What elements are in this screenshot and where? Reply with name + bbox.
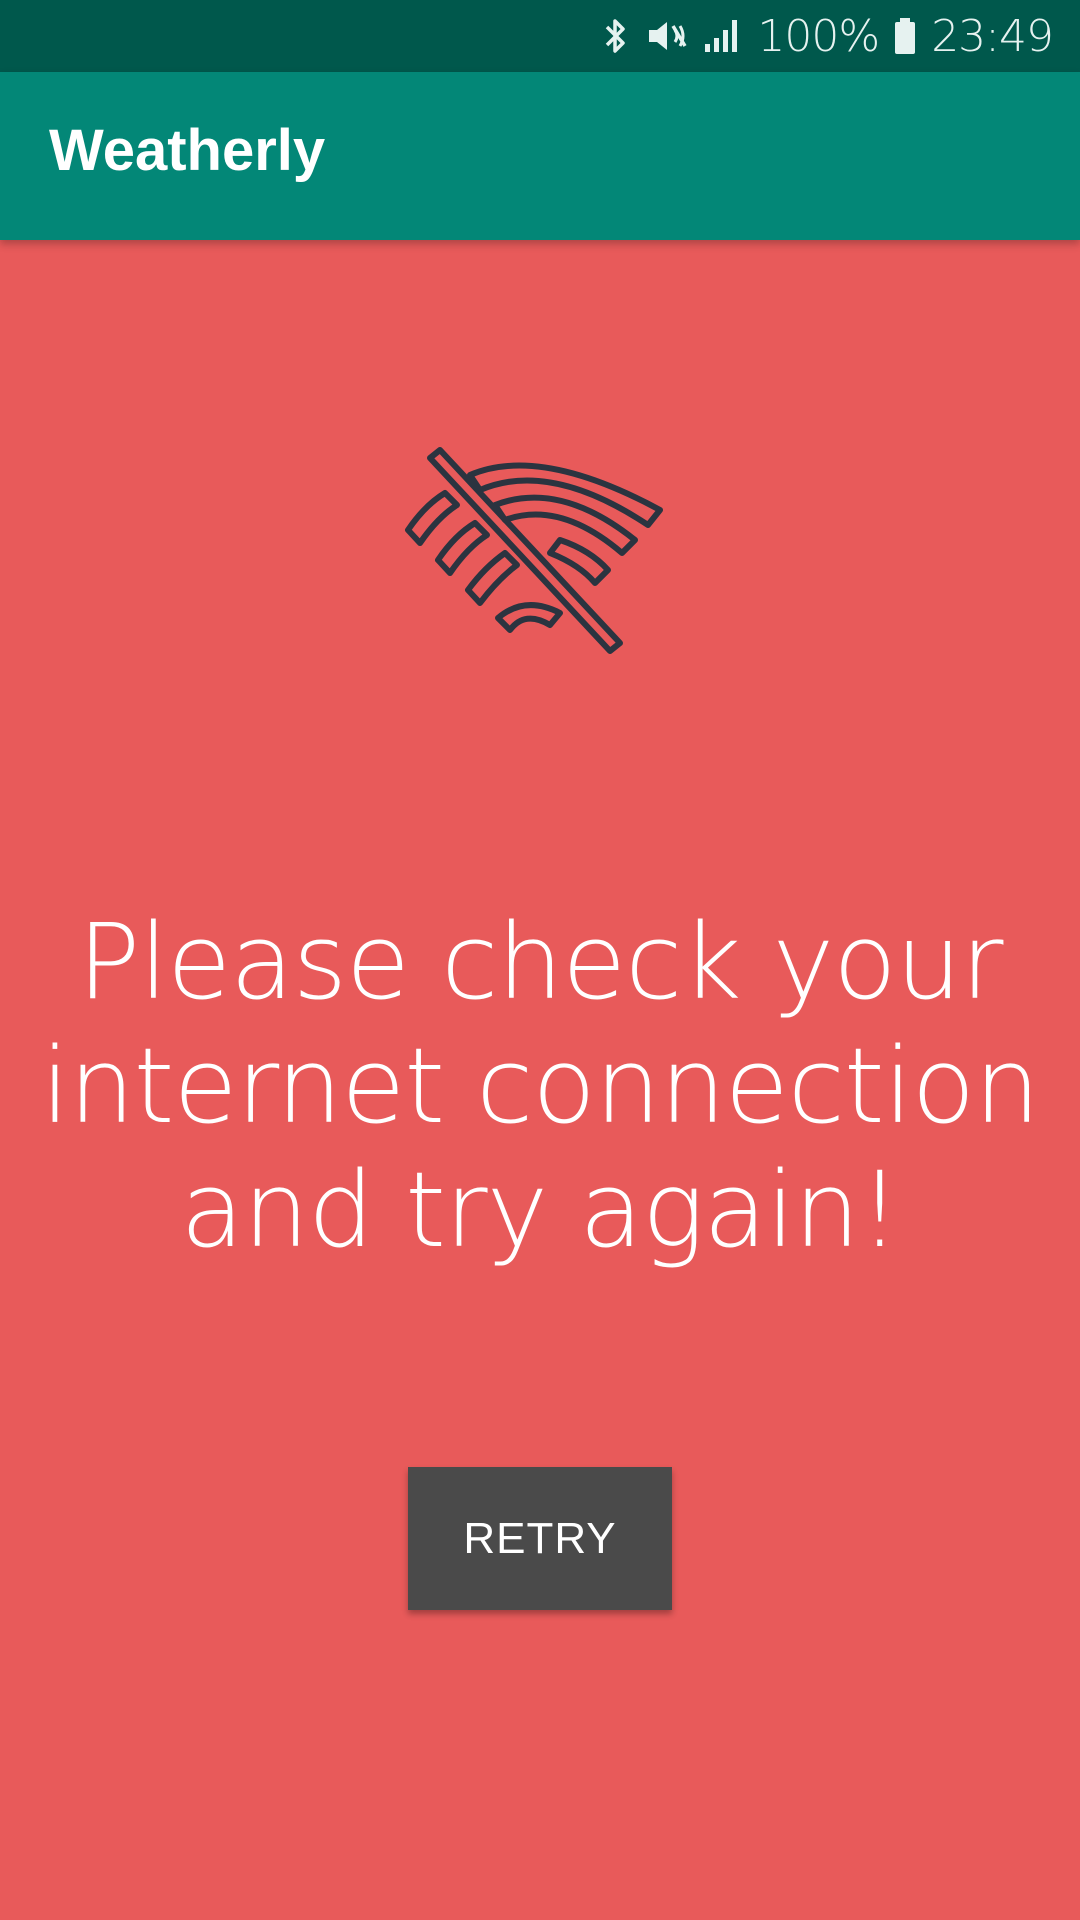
app-title: Weatherly xyxy=(49,118,326,183)
app-bar: Weatherly xyxy=(0,72,1080,240)
status-bar: 100% 23:49 xyxy=(0,0,1080,72)
retry-button[interactable]: RETRY xyxy=(408,1467,672,1610)
vibrate-mute-icon xyxy=(645,16,689,56)
signal-icon xyxy=(703,16,743,56)
clock: 23:49 xyxy=(931,10,1054,62)
status-icons: 100% 23:49 xyxy=(601,0,1054,72)
bluetooth-icon xyxy=(601,16,631,56)
error-message: Please check your internet connection an… xyxy=(40,901,1040,1271)
battery-icon xyxy=(893,16,917,56)
wifi-off-icon xyxy=(405,447,663,654)
error-screen: Please check your internet connection an… xyxy=(0,240,1080,1920)
battery-percent: 100% xyxy=(757,10,880,62)
